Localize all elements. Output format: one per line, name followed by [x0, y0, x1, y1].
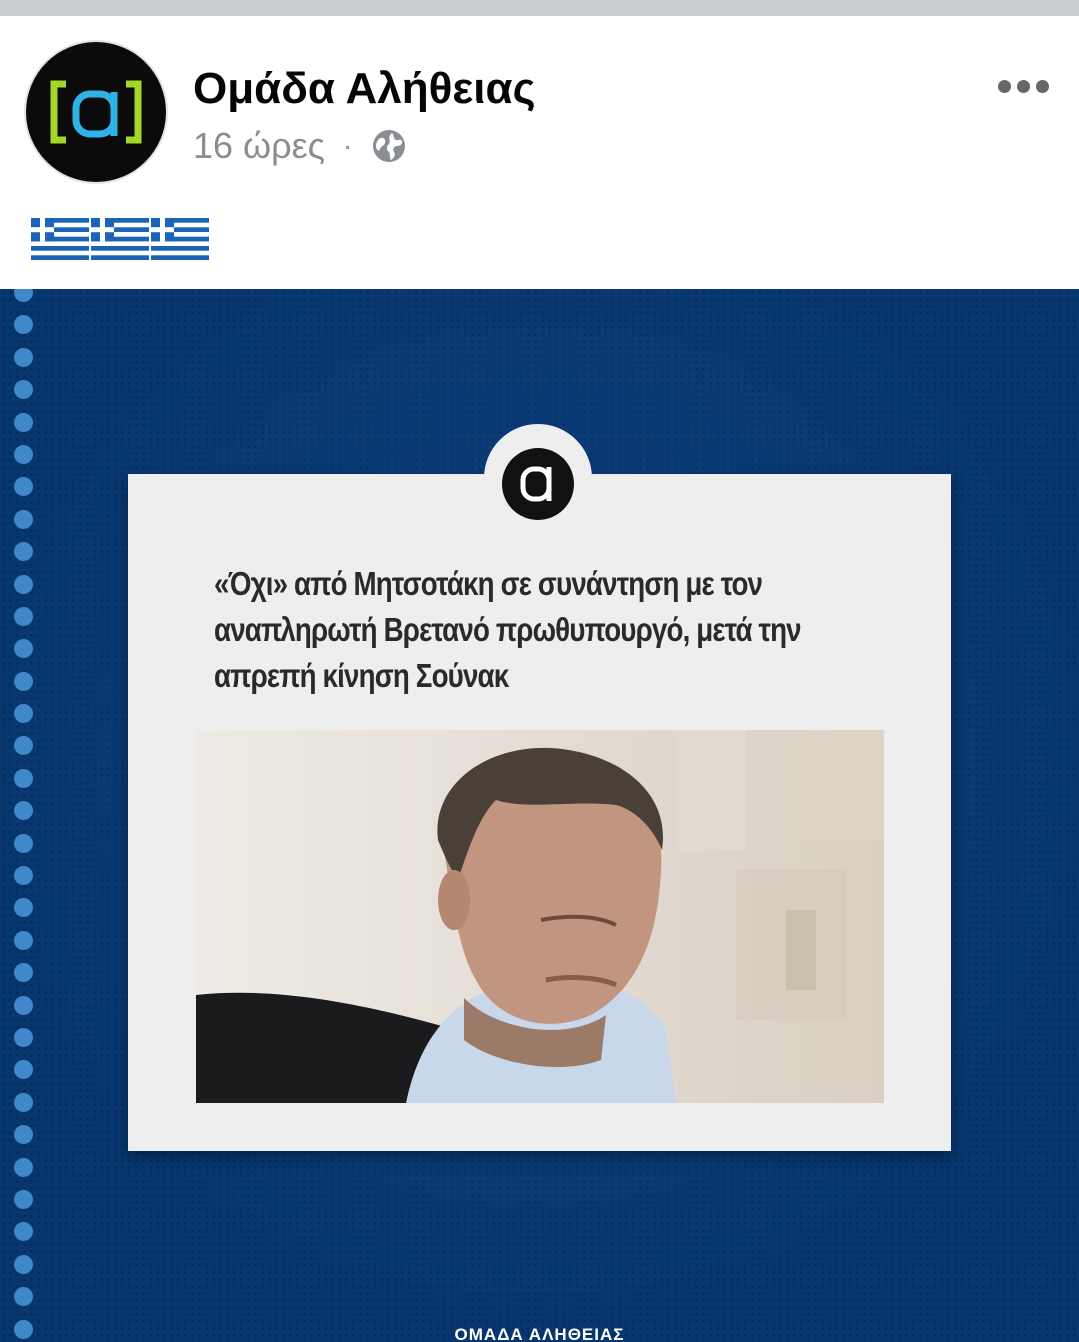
decorative-dot [14, 574, 33, 594]
post-header: Ομάδα Αλήθειας 16 ώρες · [0, 16, 1079, 289]
decorative-dots [14, 289, 38, 1342]
decorative-dot [14, 1287, 33, 1307]
decorative-dot [14, 866, 33, 886]
decorative-dot [14, 898, 33, 918]
decorative-dot [14, 477, 33, 497]
decorative-dot [14, 930, 33, 950]
page-name[interactable]: Ομάδα Αλήθειας [193, 64, 535, 114]
decorative-dot [14, 1125, 33, 1145]
headline-line: απρεπή κίνηση Σούνακ [214, 657, 509, 694]
headline-line: «Όχι» από Μητσοτάκη σε συνάντηση με τον [214, 565, 763, 602]
greece-flag-icon [31, 218, 89, 260]
decorative-dot [14, 1222, 33, 1242]
decorative-dot [14, 671, 33, 691]
decorative-dot [14, 289, 33, 302]
decorative-dot [14, 801, 33, 821]
decorative-dot [14, 509, 33, 529]
decorative-dot [14, 444, 33, 464]
greece-flag-icon [151, 218, 209, 260]
alitheia-logo-icon [50, 80, 142, 144]
alpha-logo-icon [502, 448, 574, 520]
post-meta: 16 ώρες · [193, 124, 408, 168]
decorative-dot [14, 1027, 33, 1047]
decorative-dot [14, 412, 33, 432]
decorative-dot [14, 995, 33, 1015]
decorative-dot [14, 833, 33, 853]
decorative-dot [14, 606, 33, 626]
post-caption [31, 218, 209, 260]
status-strip [0, 0, 1079, 16]
greece-flag-icon [91, 218, 149, 260]
decorative-dot [14, 542, 33, 562]
article-photo [196, 730, 884, 1103]
headline-line: αναπληρωτή Βρετανό πρωθυπουργό, μετά την [214, 611, 802, 648]
decorative-dot [14, 1157, 33, 1177]
decorative-dot [14, 963, 33, 983]
decorative-dot [14, 380, 33, 400]
decorative-dot [14, 1189, 33, 1209]
decorative-dot [14, 1092, 33, 1112]
more-dot-icon [1017, 79, 1030, 93]
decorative-dot [14, 1254, 33, 1274]
more-dot-icon [998, 79, 1011, 93]
globe-icon[interactable] [370, 127, 408, 165]
meta-separator: · [343, 130, 353, 161]
decorative-dot [14, 768, 33, 788]
decorative-dot [14, 347, 33, 367]
decorative-dot [14, 315, 33, 335]
decorative-dot [14, 704, 33, 724]
decorative-dot [14, 1060, 33, 1080]
decorative-dot [14, 639, 33, 659]
footer-brand: ΟΜΑΔΑ ΑΛΗΘΕΙΑΣ [454, 1325, 625, 1342]
more-options-button[interactable] [998, 68, 1058, 104]
more-dot-icon [1036, 79, 1049, 93]
article-headline: «Όχι» από Μητσοτάκη σε συνάντηση με τον … [214, 561, 869, 699]
post-time[interactable]: 16 ώρες [193, 125, 325, 167]
post-image[interactable]: «Όχι» από Μητσοτάκη σε συνάντηση με τον … [0, 289, 1079, 1342]
decorative-dot [14, 736, 33, 756]
page-avatar[interactable] [26, 42, 166, 182]
